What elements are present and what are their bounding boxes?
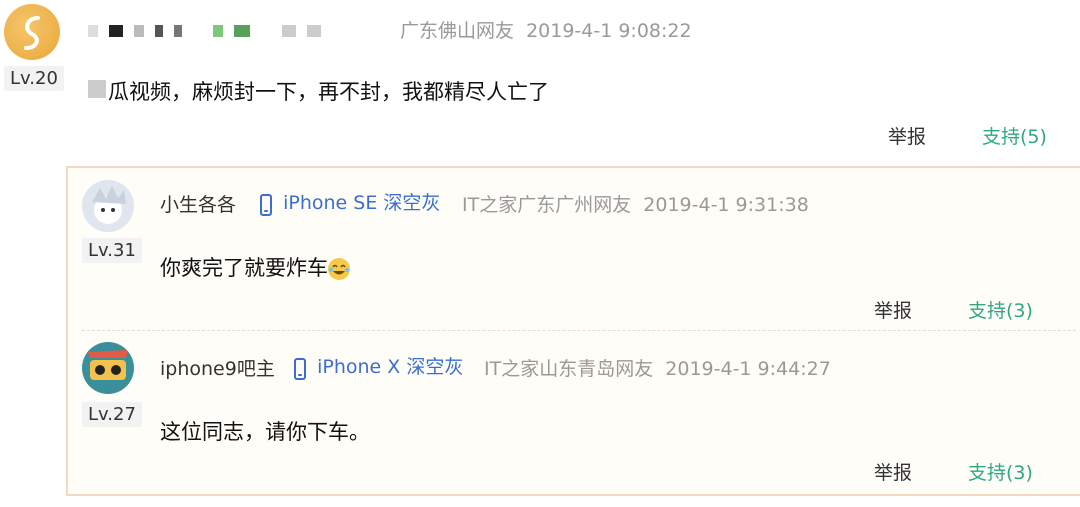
level-badge: Lv.31 bbox=[82, 238, 142, 263]
laugh-cry-emoji-icon bbox=[328, 258, 350, 280]
phone-icon bbox=[294, 357, 306, 380]
report-button[interactable]: 举报 bbox=[874, 296, 912, 323]
location-text: IT之家广东广州网友 bbox=[462, 194, 632, 216]
support-button[interactable]: 支持(3) bbox=[968, 458, 1033, 485]
phone-icon bbox=[260, 193, 272, 216]
avatar-icon bbox=[88, 350, 128, 380]
timestamp: 2019-4-1 9:31:38 bbox=[643, 194, 809, 216]
device-tag[interactable]: iPhone X 深空灰 bbox=[294, 352, 463, 380]
report-button[interactable]: 举报 bbox=[888, 122, 926, 149]
content-redacted-mark bbox=[88, 80, 106, 98]
comment-meta: 广东佛山网友 2019-4-1 9:08:22 bbox=[400, 16, 692, 43]
reply-username[interactable]: 小生各各 bbox=[160, 190, 236, 217]
reply-meta: IT之家广东广州网友 2019-4-1 9:31:38 bbox=[462, 190, 809, 217]
reply-content: 这位同志，请你下车。 bbox=[160, 420, 370, 444]
reply-text: 你爽完了就要炸车 bbox=[160, 256, 328, 280]
replies-container: Lv.31 小生各各 iPhone SE 深空灰 IT之家广东广州网友 2019… bbox=[66, 166, 1080, 496]
avatar-icon bbox=[24, 16, 40, 50]
location-text: IT之家山东青岛网友 bbox=[484, 358, 654, 380]
support-button[interactable]: 支持(5) bbox=[982, 122, 1047, 149]
level-badge: Lv.27 bbox=[82, 402, 142, 427]
comment-content: 瓜视频，麻烦封一下，再不封，我都精尽人亡了 bbox=[108, 80, 549, 104]
support-button[interactable]: 支持(3) bbox=[968, 296, 1033, 323]
avatar[interactable] bbox=[82, 180, 134, 232]
device-tag[interactable]: iPhone SE 深空灰 bbox=[260, 188, 440, 216]
username-redacted bbox=[88, 20, 327, 39]
reply-divider bbox=[82, 330, 1076, 331]
level-badge: Lv.20 bbox=[4, 66, 64, 91]
reply-meta: IT之家山东青岛网友 2019-4-1 9:44:27 bbox=[484, 354, 831, 381]
reply-content: 你爽完了就要炸车 bbox=[160, 252, 350, 282]
device-label: iPhone SE 深空灰 bbox=[283, 192, 441, 214]
avatar[interactable] bbox=[4, 4, 60, 60]
avatar-icon bbox=[92, 186, 126, 224]
timestamp: 2019-4-1 9:08:22 bbox=[526, 20, 692, 42]
reply-username[interactable]: iphone9吧主 bbox=[160, 354, 275, 381]
location-text: 广东佛山网友 bbox=[400, 20, 515, 42]
device-label: iPhone X 深空灰 bbox=[317, 356, 464, 378]
avatar[interactable] bbox=[82, 342, 134, 394]
timestamp: 2019-4-1 9:44:27 bbox=[665, 358, 831, 380]
report-button[interactable]: 举报 bbox=[874, 458, 912, 485]
